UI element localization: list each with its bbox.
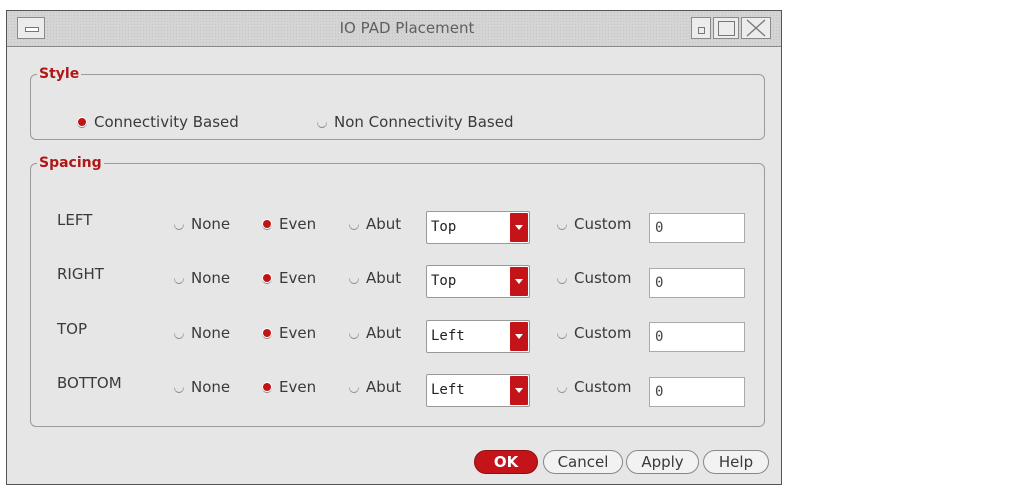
- custom-input-bottom[interactable]: [655, 384, 735, 400]
- combo-right[interactable]: Top: [426, 265, 530, 298]
- radio-label: Even: [279, 324, 317, 342]
- cancel-button[interactable]: Cancel: [543, 450, 623, 474]
- radio-unselected-icon: [348, 272, 360, 284]
- close-icon[interactable]: [741, 17, 771, 39]
- row-label-top: TOP: [57, 320, 88, 338]
- radio-label: None: [191, 269, 231, 287]
- radio-connectivity-based[interactable]: Connectivity Based: [76, 113, 239, 131]
- radio-unselected-icon: [556, 327, 568, 339]
- radio-label: Even: [279, 378, 317, 396]
- combo-value: Top: [431, 219, 457, 235]
- radio-label: Abut: [366, 269, 402, 287]
- window-menu-icon[interactable]: [17, 17, 45, 39]
- radio-bottom-abut[interactable]: Abut: [348, 378, 401, 396]
- radio-left-none[interactable]: None: [173, 215, 230, 233]
- radio-unselected-icon: [556, 381, 568, 393]
- radio-left-custom[interactable]: Custom: [556, 215, 631, 233]
- radio-right-even[interactable]: Even: [261, 269, 316, 287]
- combo-left[interactable]: Top: [426, 211, 530, 244]
- radio-label: Custom: [574, 378, 632, 396]
- combo-bottom[interactable]: Left: [426, 374, 530, 407]
- radio-non-connectivity-based[interactable]: Non Connectivity Based: [316, 113, 513, 131]
- radio-unselected-icon: [173, 327, 185, 339]
- title-bar[interactable]: IO PAD Placement: [7, 11, 781, 47]
- radio-bottom-custom[interactable]: Custom: [556, 378, 631, 396]
- dropdown-arrow-icon[interactable]: [510, 322, 528, 351]
- radio-right-abut[interactable]: Abut: [348, 269, 401, 287]
- radio-unselected-icon: [556, 272, 568, 284]
- radio-unselected-icon: [348, 218, 360, 230]
- dropdown-arrow-icon[interactable]: [510, 376, 528, 405]
- custom-input-left[interactable]: [655, 220, 735, 236]
- custom-field-bottom[interactable]: [649, 377, 745, 407]
- maximize-icon[interactable]: [713, 17, 739, 39]
- radio-label: Abut: [366, 215, 402, 233]
- radio-bottom-none[interactable]: None: [173, 378, 230, 396]
- radio-top-custom[interactable]: Custom: [556, 324, 631, 342]
- custom-input-right[interactable]: [655, 275, 735, 291]
- combo-value: Left: [431, 382, 465, 398]
- radio-label: Even: [279, 215, 317, 233]
- radio-label: Non Connectivity Based: [334, 113, 514, 131]
- row-label-left: LEFT: [57, 211, 93, 229]
- radio-selected-icon: [261, 272, 273, 284]
- combo-value: Left: [431, 328, 465, 344]
- help-button[interactable]: Help: [703, 450, 769, 474]
- radio-unselected-icon: [173, 272, 185, 284]
- radio-selected-icon: [261, 381, 273, 393]
- radio-right-none[interactable]: None: [173, 269, 230, 287]
- radio-top-none[interactable]: None: [173, 324, 230, 342]
- ok-button[interactable]: OK: [474, 450, 538, 474]
- radio-label: Custom: [574, 269, 632, 287]
- radio-label: None: [191, 324, 231, 342]
- radio-label: None: [191, 215, 231, 233]
- minimize-icon[interactable]: [691, 17, 711, 39]
- radio-selected-icon: [76, 116, 88, 128]
- custom-field-left[interactable]: [649, 213, 745, 243]
- radio-top-even[interactable]: Even: [261, 324, 316, 342]
- radio-label: Connectivity Based: [94, 113, 239, 131]
- radio-unselected-icon: [556, 218, 568, 230]
- combo-value: Top: [431, 273, 457, 289]
- dropdown-arrow-icon[interactable]: [510, 267, 528, 296]
- radio-label: Abut: [366, 378, 402, 396]
- radio-selected-icon: [261, 327, 273, 339]
- custom-field-top[interactable]: [649, 322, 745, 352]
- apply-button[interactable]: Apply: [626, 450, 699, 474]
- radio-selected-icon: [261, 218, 273, 230]
- radio-unselected-icon: [173, 218, 185, 230]
- combo-top[interactable]: Left: [426, 320, 530, 353]
- radio-unselected-icon: [348, 327, 360, 339]
- row-label-right: RIGHT: [57, 265, 104, 283]
- dropdown-arrow-icon[interactable]: [510, 213, 528, 242]
- radio-label: Custom: [574, 324, 632, 342]
- style-legend: Style: [39, 66, 80, 82]
- radio-bottom-even[interactable]: Even: [261, 378, 316, 396]
- radio-label: Custom: [574, 215, 632, 233]
- radio-unselected-icon: [348, 381, 360, 393]
- radio-left-abut[interactable]: Abut: [348, 215, 401, 233]
- custom-field-right[interactable]: [649, 268, 745, 298]
- radio-label: Abut: [366, 324, 402, 342]
- radio-unselected-icon: [173, 381, 185, 393]
- spacing-legend: Spacing: [39, 155, 102, 171]
- radio-unselected-icon: [316, 116, 328, 128]
- radio-right-custom[interactable]: Custom: [556, 269, 631, 287]
- radio-label: Even: [279, 269, 317, 287]
- radio-left-even[interactable]: Even: [261, 215, 316, 233]
- custom-input-top[interactable]: [655, 329, 735, 345]
- radio-top-abut[interactable]: Abut: [348, 324, 401, 342]
- row-label-bottom: BOTTOM: [57, 374, 122, 392]
- radio-label: None: [191, 378, 231, 396]
- window-title: IO PAD Placement: [339, 19, 475, 37]
